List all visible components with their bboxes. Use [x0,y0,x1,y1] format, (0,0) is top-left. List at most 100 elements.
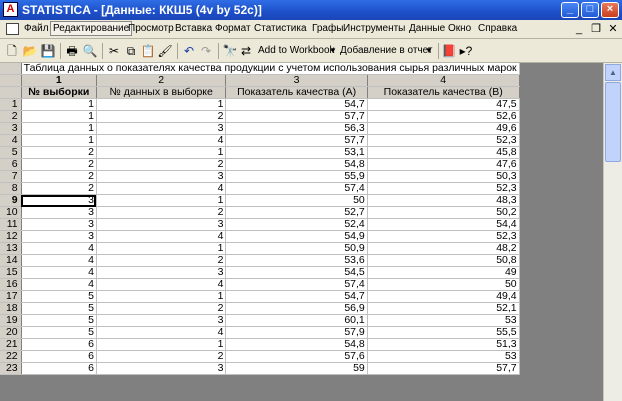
data-cell[interactable]: 3 [96,362,227,375]
add-to-report-button[interactable]: Добавление в отчет [340,45,432,56]
column-header[interactable]: Показатель качества (А) [225,86,368,99]
row-header[interactable]: 4 [0,134,22,147]
new-file-icon[interactable]: 🗋 [4,43,20,59]
menu-edit[interactable]: Редактирование [50,21,133,36]
data-cell[interactable]: 3 [21,194,97,207]
column-number[interactable]: 2 [96,74,227,87]
data-cell[interactable]: 50 [367,278,520,291]
data-cell[interactable]: 50,8 [367,254,520,267]
menu-window[interactable]: Окно [448,23,471,34]
data-cell[interactable]: 53 [367,314,520,327]
menu-file[interactable]: Файл [24,23,49,34]
data-cell[interactable]: 1 [21,122,97,135]
data-cell[interactable]: 55,9 [225,170,368,183]
menu-view[interactable]: Просмотр [128,23,174,34]
data-cell[interactable]: 57,7 [225,134,368,147]
row-header[interactable]: 9 [0,194,22,207]
menu-tools[interactable]: Инструменты [343,23,405,34]
data-cell[interactable]: 57,7 [225,110,368,123]
data-cell[interactable]: 2 [21,170,97,183]
replace-icon[interactable]: ⇄ [238,43,254,59]
maximize-button[interactable]: □ [581,2,599,18]
data-cell[interactable]: 57,4 [225,278,368,291]
scroll-up-icon[interactable]: ▲ [605,64,621,81]
data-cell[interactable]: 1 [21,98,97,111]
context-help-icon[interactable]: ▸? [458,43,474,59]
data-cell[interactable]: 52,4 [225,218,368,231]
vertical-scrollbar[interactable]: ▲ [603,63,622,401]
data-cell[interactable]: 2 [96,350,227,363]
data-cell[interactable]: 4 [96,182,227,195]
data-cell[interactable]: 2 [96,158,227,171]
data-cell[interactable]: 1 [96,290,227,303]
row-header[interactable]: 2 [0,110,22,123]
data-cell[interactable]: 2 [96,110,227,123]
doc-close-button[interactable]: ✕ [606,22,620,36]
format-painter-icon[interactable]: 🖌 [157,43,173,59]
data-cell[interactable]: 57,9 [225,326,368,339]
data-cell[interactable]: 47,6 [367,158,520,171]
data-cell[interactable]: 50,3 [367,170,520,183]
data-cell[interactable]: 54,8 [225,338,368,351]
row-header[interactable]: 19 [0,314,22,327]
menu-insert[interactable]: Вставка [175,23,212,34]
row-header[interactable]: 3 [0,122,22,135]
column-number[interactable]: 3 [225,74,368,87]
data-cell[interactable]: 48,3 [367,194,520,207]
cut-icon[interactable]: ✂ [106,43,122,59]
statistica-app-icon[interactable]: A [3,2,18,17]
data-cell[interactable]: 1 [96,146,227,159]
data-cell[interactable]: 2 [21,158,97,171]
row-header[interactable]: 11 [0,218,22,231]
column-number[interactable]: 4 [367,74,520,87]
row-header[interactable]: 14 [0,254,22,267]
data-cell[interactable]: 50,2 [367,206,520,219]
data-cell[interactable]: 3 [21,206,97,219]
menu-format[interactable]: Формат [215,23,251,34]
data-cell[interactable]: 2 [96,206,227,219]
data-cell[interactable]: 2 [21,182,97,195]
redo-icon[interactable]: ↷ [198,43,214,59]
data-cell[interactable]: 48,2 [367,242,520,255]
open-folder-icon[interactable]: 📂 [22,43,38,59]
data-cell[interactable]: 50,9 [225,242,368,255]
menu-graphs[interactable]: Графы [312,23,343,34]
data-cell[interactable]: 6 [21,362,97,375]
copy-icon[interactable]: ⧉ [123,43,139,59]
add-to-workbook-button[interactable]: Add to Workbook [258,45,335,56]
data-cell[interactable]: 54,7 [225,98,368,111]
row-header[interactable]: 10 [0,206,22,219]
data-cell[interactable]: 3 [96,314,227,327]
data-cell[interactable]: 57,6 [225,350,368,363]
data-cell[interactable]: 4 [21,266,97,279]
print-icon[interactable]: 🖶 [64,43,80,59]
row-header[interactable]: 7 [0,170,22,183]
data-cell[interactable]: 57,7 [367,362,520,375]
paste-icon[interactable]: 📋 [140,43,156,59]
row-header[interactable]: 1 [0,98,22,111]
data-cell[interactable]: 52,6 [367,110,520,123]
data-cell[interactable]: 6 [21,338,97,351]
data-cell[interactable]: 47,5 [367,98,520,111]
data-cell[interactable]: 4 [96,326,227,339]
data-cell[interactable]: 3 [21,230,97,243]
data-cell[interactable]: 4 [96,134,227,147]
data-cell[interactable]: 54,8 [225,158,368,171]
data-cell[interactable]: 3 [96,266,227,279]
data-cell[interactable]: 6 [21,350,97,363]
row-header[interactable]: 23 [0,362,22,375]
save-icon[interactable]: 💾 [40,43,56,59]
doc-minimize-button[interactable]: _ [572,22,586,36]
data-cell[interactable]: 60,1 [225,314,368,327]
menu-statistics[interactable]: Статистика [254,23,307,34]
data-cell[interactable]: 54,9 [225,230,368,243]
data-cell[interactable]: 52,7 [225,206,368,219]
data-cell[interactable]: 53 [367,350,520,363]
data-cell[interactable]: 53,1 [225,146,368,159]
data-cell[interactable]: 59 [225,362,368,375]
row-header[interactable]: 18 [0,302,22,315]
close-button[interactable]: × [601,2,619,18]
row-header[interactable]: 15 [0,266,22,279]
data-cell[interactable]: 52,3 [367,134,520,147]
info-row-text[interactable]: Таблица данных о показателях качества пр… [21,63,520,75]
